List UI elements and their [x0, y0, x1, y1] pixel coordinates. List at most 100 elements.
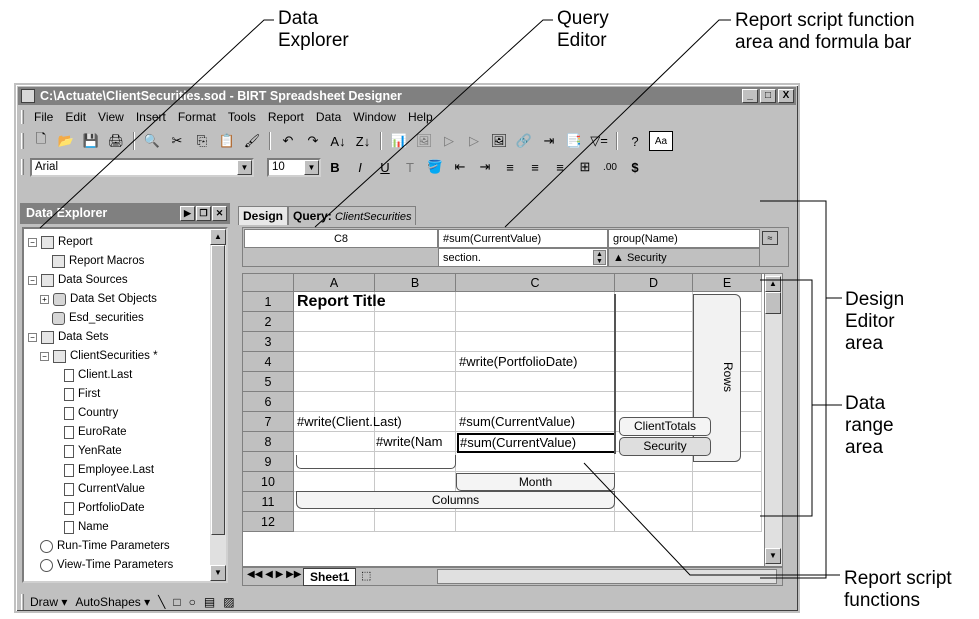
scroll-up-icon[interactable]: ▲ [210, 229, 226, 245]
menu-edit[interactable]: Edit [59, 110, 92, 124]
scroll-thumb[interactable] [211, 245, 225, 535]
collapse-icon[interactable]: ≈ [762, 231, 778, 245]
tree-node[interactable]: EuroRate [64, 423, 127, 441]
section-field[interactable]: section. ▲ ▼ [438, 248, 608, 267]
grid-scrollbar[interactable]: ▲ ▼ [764, 274, 782, 566]
decimal-icon[interactable]: .00 [599, 157, 621, 177]
font-size-combo[interactable]: 10 ▼ [267, 157, 321, 177]
play-icon[interactable]: ▶ [180, 206, 195, 221]
fill-icon[interactable]: 🪣 [424, 157, 446, 177]
client-last-cell[interactable]: #write(Client.Last) [297, 413, 402, 431]
open-icon[interactable]: 📂 [55, 131, 77, 151]
menu-window[interactable]: Window [347, 110, 402, 124]
security-field[interactable]: ▲ Security [608, 248, 760, 267]
write-name-cell[interactable]: #write(Nam [376, 433, 455, 451]
row-header[interactable]: 1 [243, 292, 294, 312]
menu-view[interactable]: View [92, 110, 130, 124]
align-right-icon[interactable]: ≡ [549, 157, 571, 177]
tab-query[interactable]: Query: ClientSecurities [288, 206, 417, 225]
font-color-icon[interactable]: T [399, 157, 421, 177]
tree-node[interactable]: PortfolioDate [64, 499, 144, 517]
tree-scrollbar[interactable]: ▲ ▼ [210, 229, 226, 581]
column-header[interactable]: C [456, 274, 615, 292]
selected-sum-cell[interactable]: #sum(CurrentValue) [457, 433, 616, 453]
step-icon[interactable]: ▷ [463, 131, 485, 151]
tree-node[interactable]: − Data Sets [28, 328, 109, 346]
restore-icon[interactable]: ❐ [196, 206, 211, 221]
row-header[interactable]: 8 [243, 432, 294, 452]
menu-help[interactable]: Help [402, 110, 439, 124]
menu-tools[interactable]: Tools [222, 110, 262, 124]
tree-node[interactable]: Employee.Last [64, 461, 154, 479]
tree-node[interactable]: Client.Last [64, 366, 132, 384]
month-band[interactable]: Month [456, 473, 615, 491]
sort-desc-icon[interactable]: Z↓ [352, 131, 374, 151]
merge-icon[interactable]: ⊞ [574, 157, 596, 177]
help-icon[interactable]: ? [624, 131, 646, 151]
spinner-icon[interactable]: ▲ ▼ [593, 250, 606, 265]
sheet-tab-sheet1[interactable]: Sheet1 [303, 568, 357, 586]
redo-icon[interactable]: ↷ [302, 131, 324, 151]
italic-icon[interactable]: I [349, 157, 371, 177]
copy-icon[interactable]: ⎘ [191, 131, 213, 151]
spreadsheet-grid[interactable]: A B C D E 1 2 3 4 5 6 7 8 9 10 11 12 Report Title #write(P… [242, 273, 783, 567]
column-header[interactable]: A [294, 274, 375, 292]
bold-icon[interactable]: B [324, 157, 346, 177]
collapse-icon[interactable]: − [40, 351, 49, 361]
hyperlink-icon[interactable]: 🔗 [513, 131, 535, 151]
image-icon[interactable]: 🖼 [488, 131, 510, 151]
sort-asc-icon[interactable]: A↓ [327, 131, 349, 151]
column-header[interactable]: B [375, 274, 456, 292]
collapse-icon[interactable]: − [28, 332, 37, 342]
cut-icon[interactable]: ✂ [166, 131, 188, 151]
sum-current-value-cell[interactable]: #sum(CurrentValue) [459, 413, 575, 431]
function-field[interactable]: #sum(CurrentValue) [438, 229, 608, 248]
row-header[interactable]: 5 [243, 372, 294, 392]
picture-icon[interactable]: 🖼 [413, 131, 435, 151]
tree-node[interactable]: Run-Time Parameters [40, 537, 170, 555]
undo-icon[interactable]: ↶ [277, 131, 299, 151]
format-painter-icon[interactable]: 🖌 [241, 131, 263, 151]
export-icon[interactable]: ⇥ [538, 131, 560, 151]
image-icon[interactable]: ▨ [223, 595, 234, 609]
scroll-thumb[interactable] [765, 292, 781, 314]
portfolio-date-cell[interactable]: #write(PortfolioDate) [459, 353, 578, 371]
collapse-icon[interactable]: − [28, 275, 37, 285]
report-icon[interactable]: 📑 [563, 131, 585, 151]
tree-node[interactable]: − ClientSecurities * [40, 347, 158, 365]
tree-node[interactable]: First [64, 385, 100, 403]
chevron-down-icon[interactable]: ▼ [304, 159, 319, 175]
tree-node[interactable]: − Report [28, 233, 93, 251]
menu-insert[interactable]: Insert [130, 110, 172, 124]
tree-node[interactable]: View-Time Parameters [40, 556, 173, 574]
group-field[interactable]: group(Name) [608, 229, 760, 248]
horizontal-scrollbar[interactable] [437, 569, 777, 584]
row-header[interactable]: 12 [243, 512, 294, 532]
tree-node[interactable]: Name [64, 518, 109, 536]
maximize-button[interactable]: □ [760, 89, 776, 103]
collapse-icon[interactable]: − [28, 237, 37, 247]
expand-icon[interactable]: + [40, 294, 49, 304]
tree-node[interactable]: Report Macros [52, 252, 144, 270]
currency-icon[interactable]: $ [624, 157, 646, 177]
font-name-combo[interactable]: Arial ▼ [30, 157, 254, 177]
row-header[interactable]: 4 [243, 352, 294, 372]
scroll-down-icon[interactable]: ▼ [765, 548, 781, 564]
oval-icon[interactable]: ○ [189, 595, 196, 609]
close-icon[interactable]: ✕ [212, 206, 227, 221]
new-sheet-icon[interactable]: ⬚ [361, 569, 371, 582]
textbox-icon[interactable]: ▤ [204, 595, 215, 609]
new-icon[interactable]: 🗋 [30, 131, 52, 151]
row-header[interactable]: 11 [243, 492, 294, 512]
client-totals-band[interactable]: ClientTotals [619, 417, 711, 436]
scroll-down-icon[interactable]: ▼ [210, 565, 226, 581]
report-title-cell[interactable]: Report Title [297, 293, 386, 311]
print-icon[interactable]: 🖨 [105, 131, 127, 151]
menu-format[interactable]: Format [172, 110, 222, 124]
tree-node[interactable]: Esd_securities [52, 309, 144, 327]
paste-icon[interactable]: 📋 [216, 131, 238, 151]
row-header[interactable]: 7 [243, 412, 294, 432]
menu-report[interactable]: Report [262, 110, 310, 124]
tree-node[interactable]: Country [64, 404, 118, 422]
columns-band[interactable]: Columns [296, 491, 615, 509]
